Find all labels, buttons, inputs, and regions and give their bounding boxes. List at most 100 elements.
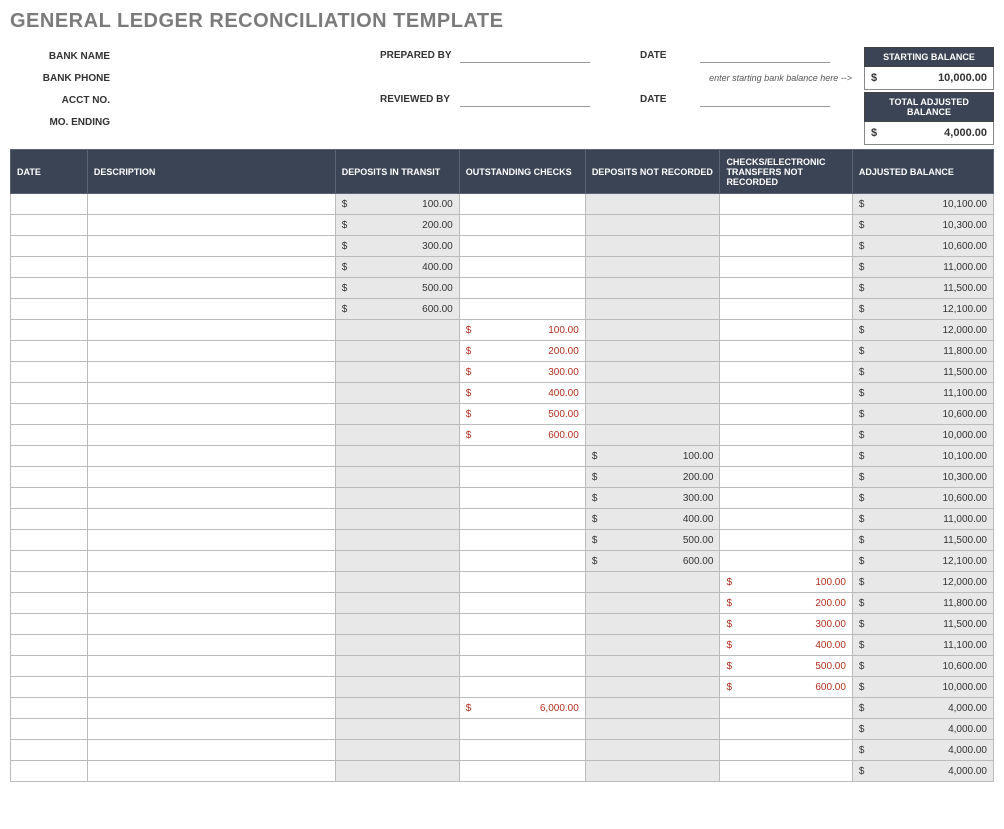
table-cell[interactable]: $100.00 xyxy=(585,446,720,467)
table-cell[interactable] xyxy=(335,698,459,719)
table-cell[interactable] xyxy=(720,719,852,740)
cell-description[interactable] xyxy=(87,194,335,215)
table-cell[interactable]: $300.00 xyxy=(459,362,585,383)
table-cell[interactable] xyxy=(585,404,720,425)
table-cell[interactable] xyxy=(459,467,585,488)
table-cell[interactable]: $4,000.00 xyxy=(852,761,993,782)
table-cell[interactable] xyxy=(585,593,720,614)
table-cell[interactable]: $11,500.00 xyxy=(852,530,993,551)
cell-description[interactable] xyxy=(87,530,335,551)
table-cell[interactable]: $10,000.00 xyxy=(852,425,993,446)
cell-date[interactable] xyxy=(11,656,88,677)
cell-description[interactable] xyxy=(87,425,335,446)
table-cell[interactable]: $10,600.00 xyxy=(852,488,993,509)
table-cell[interactable] xyxy=(459,236,585,257)
cell-description[interactable] xyxy=(87,341,335,362)
table-cell[interactable]: $10,100.00 xyxy=(852,446,993,467)
cell-description[interactable] xyxy=(87,761,335,782)
table-cell[interactable] xyxy=(335,677,459,698)
table-cell[interactable]: $200.00 xyxy=(459,341,585,362)
table-cell[interactable] xyxy=(459,215,585,236)
cell-date[interactable] xyxy=(11,530,88,551)
table-cell[interactable] xyxy=(585,383,720,404)
table-cell[interactable] xyxy=(459,488,585,509)
table-cell[interactable] xyxy=(585,614,720,635)
cell-date[interactable] xyxy=(11,194,88,215)
cell-description[interactable] xyxy=(87,404,335,425)
table-cell[interactable]: $10,600.00 xyxy=(852,404,993,425)
table-cell[interactable]: $500.00 xyxy=(585,530,720,551)
table-cell[interactable] xyxy=(585,719,720,740)
cell-date[interactable] xyxy=(11,446,88,467)
table-cell[interactable]: $400.00 xyxy=(720,635,852,656)
table-cell[interactable] xyxy=(335,635,459,656)
table-cell[interactable]: $500.00 xyxy=(720,656,852,677)
cell-description[interactable] xyxy=(87,677,335,698)
table-cell[interactable] xyxy=(720,551,852,572)
table-cell[interactable] xyxy=(459,740,585,761)
cell-date[interactable] xyxy=(11,215,88,236)
cell-date[interactable] xyxy=(11,278,88,299)
prepared-by-input[interactable] xyxy=(460,47,590,63)
starting-balance-value[interactable]: $ 10,000.00 xyxy=(864,67,994,90)
table-cell[interactable] xyxy=(335,761,459,782)
cell-date[interactable] xyxy=(11,761,88,782)
table-cell[interactable]: $10,300.00 xyxy=(852,215,993,236)
table-cell[interactable] xyxy=(459,278,585,299)
cell-date[interactable] xyxy=(11,572,88,593)
table-cell[interactable]: $600.00 xyxy=(335,299,459,320)
table-cell[interactable]: $11,000.00 xyxy=(852,257,993,278)
table-cell[interactable]: $11,800.00 xyxy=(852,593,993,614)
cell-date[interactable] xyxy=(11,698,88,719)
table-cell[interactable]: $12,100.00 xyxy=(852,551,993,572)
cell-date[interactable] xyxy=(11,719,88,740)
table-cell[interactable]: $10,300.00 xyxy=(852,467,993,488)
table-cell[interactable]: $500.00 xyxy=(335,278,459,299)
table-cell[interactable] xyxy=(335,551,459,572)
cell-date[interactable] xyxy=(11,236,88,257)
table-cell[interactable] xyxy=(585,362,720,383)
cell-description[interactable] xyxy=(87,719,335,740)
table-cell[interactable]: $600.00 xyxy=(459,425,585,446)
table-cell[interactable] xyxy=(585,677,720,698)
table-cell[interactable] xyxy=(459,572,585,593)
table-cell[interactable] xyxy=(335,341,459,362)
table-cell[interactable] xyxy=(335,320,459,341)
table-cell[interactable]: $300.00 xyxy=(720,614,852,635)
table-cell[interactable]: $100.00 xyxy=(720,572,852,593)
cell-description[interactable] xyxy=(87,698,335,719)
table-cell[interactable]: $11,500.00 xyxy=(852,278,993,299)
table-cell[interactable]: $12,000.00 xyxy=(852,320,993,341)
cell-description[interactable] xyxy=(87,635,335,656)
table-cell[interactable] xyxy=(585,215,720,236)
table-cell[interactable] xyxy=(720,446,852,467)
cell-date[interactable] xyxy=(11,509,88,530)
table-cell[interactable]: $600.00 xyxy=(720,677,852,698)
table-cell[interactable] xyxy=(585,425,720,446)
cell-description[interactable] xyxy=(87,236,335,257)
cell-date[interactable] xyxy=(11,320,88,341)
table-cell[interactable] xyxy=(720,509,852,530)
table-cell[interactable] xyxy=(459,656,585,677)
table-cell[interactable]: $400.00 xyxy=(459,383,585,404)
cell-description[interactable] xyxy=(87,320,335,341)
table-cell[interactable]: $10,600.00 xyxy=(852,656,993,677)
table-cell[interactable] xyxy=(720,467,852,488)
table-cell[interactable] xyxy=(585,698,720,719)
cell-description[interactable] xyxy=(87,467,335,488)
table-cell[interactable] xyxy=(585,278,720,299)
table-cell[interactable] xyxy=(459,530,585,551)
table-cell[interactable]: $11,000.00 xyxy=(852,509,993,530)
cell-date[interactable] xyxy=(11,551,88,572)
table-cell[interactable] xyxy=(720,698,852,719)
table-cell[interactable] xyxy=(720,341,852,362)
cell-date[interactable] xyxy=(11,740,88,761)
table-cell[interactable] xyxy=(335,614,459,635)
table-cell[interactable] xyxy=(720,404,852,425)
table-cell[interactable]: $200.00 xyxy=(335,215,459,236)
table-cell[interactable] xyxy=(720,299,852,320)
table-cell[interactable] xyxy=(720,425,852,446)
table-cell[interactable] xyxy=(720,740,852,761)
cell-description[interactable] xyxy=(87,383,335,404)
table-cell[interactable] xyxy=(459,719,585,740)
